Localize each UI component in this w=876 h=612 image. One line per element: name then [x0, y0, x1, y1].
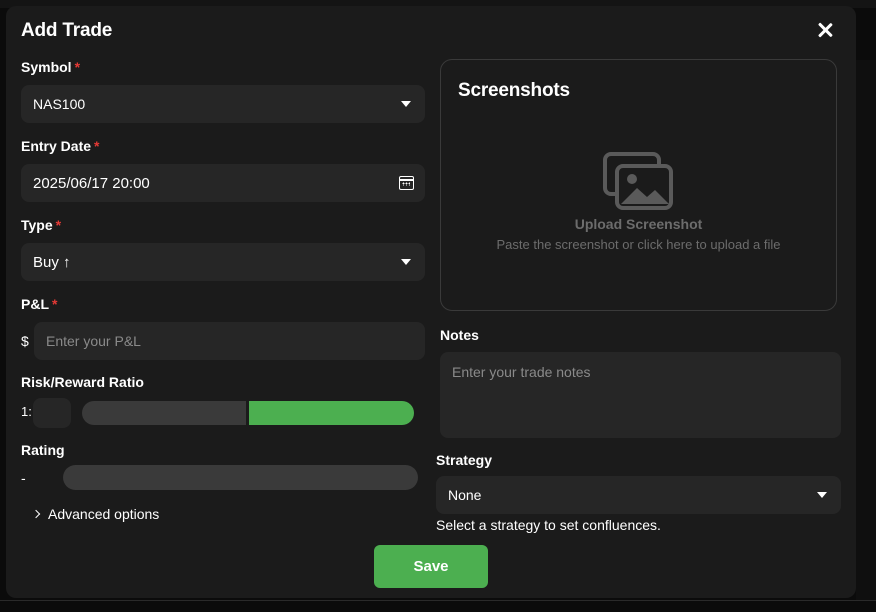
image-gallery-icon: [603, 152, 673, 210]
required-mark: *: [52, 296, 58, 312]
advanced-options-label: Advanced options: [48, 506, 160, 522]
type-label-text: Type: [21, 217, 53, 233]
rating-value: -: [21, 470, 26, 486]
upload-screenshot-subtitle: Paste the screenshot or click here to up…: [496, 237, 781, 252]
risk-reward-label: Risk/Reward Ratio: [21, 374, 144, 390]
notes-placeholder: Enter your trade notes: [452, 364, 591, 380]
type-label: Type *: [21, 217, 61, 233]
rating-label: Rating: [21, 442, 65, 458]
risk-reward-prefix: 1:: [21, 404, 32, 419]
pnl-input[interactable]: Enter your P&L: [34, 322, 425, 360]
background-divider: [0, 600, 876, 601]
notes-textarea[interactable]: Enter your trade notes: [440, 352, 841, 438]
save-button[interactable]: Save: [374, 545, 488, 588]
notes-label: Notes: [440, 327, 479, 343]
rating-slider[interactable]: [63, 465, 418, 490]
pnl-placeholder: Enter your P&L: [46, 333, 141, 349]
advanced-options-toggle[interactable]: Advanced options: [31, 506, 160, 522]
screenshot-upload-area[interactable]: Screenshots Upload Screenshot Paste the …: [440, 59, 837, 311]
required-mark: *: [55, 217, 62, 233]
risk-reward-slider-reward[interactable]: [249, 401, 414, 425]
strategy-select[interactable]: None: [436, 476, 841, 514]
type-value: Buy ↑: [33, 253, 71, 271]
chevron-right-icon: [31, 509, 41, 519]
screenshots-title: Screenshots: [458, 80, 570, 101]
chevron-down-icon: [401, 101, 411, 107]
type-select[interactable]: Buy ↑: [21, 243, 425, 281]
entry-date-label: Entry Date *: [21, 138, 99, 154]
pnl-label: P&L *: [21, 296, 57, 312]
risk-reward-slider-risk[interactable]: [82, 401, 246, 425]
pnl-currency-prefix: $: [21, 333, 29, 349]
strategy-value: None: [448, 487, 482, 503]
background-panel-edge: [856, 60, 876, 600]
required-mark: *: [74, 59, 81, 75]
calendar-icon[interactable]: [399, 176, 414, 190]
strategy-label: Strategy: [436, 452, 493, 468]
required-mark: *: [94, 138, 100, 154]
modal-title: Add Trade: [21, 20, 113, 41]
chevron-down-icon: [817, 492, 827, 498]
close-icon[interactable]: [814, 19, 836, 41]
strategy-helper-text: Select a strategy to set confluences.: [436, 517, 661, 533]
upload-screenshot-title: Upload Screenshot: [574, 216, 703, 232]
symbol-label-text: Symbol: [21, 59, 72, 75]
entry-date-field[interactable]: 2025/06/17 20:00: [21, 164, 425, 202]
entry-date-label-text: Entry Date: [21, 138, 92, 154]
symbol-select[interactable]: NAS100: [21, 85, 425, 123]
chevron-down-icon: [401, 259, 411, 265]
add-trade-modal: Add Trade Symbol * NAS100 Entry Date * 202…: [6, 6, 856, 598]
pnl-label-text: P&L: [21, 296, 49, 312]
entry-date-value: 2025/06/17 20:00: [33, 174, 150, 192]
symbol-value: NAS100: [33, 96, 86, 112]
risk-reward-input[interactable]: [33, 398, 71, 428]
symbol-label: Symbol *: [21, 59, 80, 75]
